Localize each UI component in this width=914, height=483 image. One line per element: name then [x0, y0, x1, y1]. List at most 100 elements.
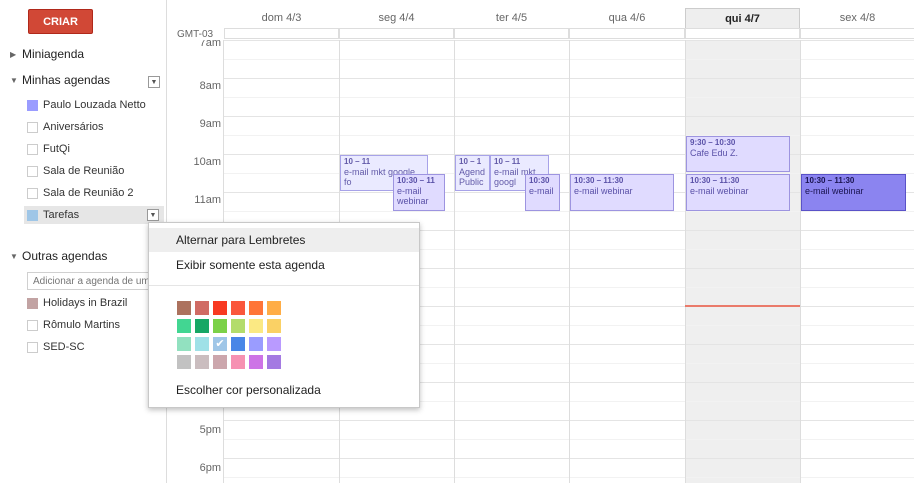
event-block[interactable]: 10:30 – 11:30 e-mail webinar: [570, 174, 674, 211]
calendar-color-swatch: [27, 341, 38, 353]
calendar-label: Paulo Louzada Netto: [43, 99, 146, 111]
column-divider: [569, 40, 570, 483]
show-only-this-calendar-item[interactable]: Exibir somente esta agenda: [149, 253, 419, 277]
hour-label: 5pm: [199, 424, 221, 436]
my-calendars-toggle[interactable]: ▼ Minhas agendas: [10, 73, 110, 87]
calendar-item-aniversarios[interactable]: Aniversários: [27, 118, 164, 136]
switch-to-reminders-item[interactable]: Alternar para Lembretes: [149, 228, 419, 252]
column-divider: [800, 40, 801, 483]
event-title: e-mail webinar: [805, 186, 864, 196]
color-swatch[interactable]: [177, 319, 191, 333]
my-calendars-label: Minhas agendas: [22, 73, 111, 87]
event-title: e-mail: [529, 186, 554, 196]
calendar-color-swatch: [27, 187, 38, 199]
color-swatch[interactable]: [177, 301, 191, 315]
color-swatch[interactable]: [231, 337, 245, 351]
color-swatch[interactable]: [195, 301, 209, 315]
hour-label: 7am: [199, 40, 221, 49]
color-swatch[interactable]: [249, 355, 263, 369]
calendar-color-swatch: [27, 297, 38, 309]
day-header[interactable]: dom 4/3: [224, 8, 339, 28]
color-swatch[interactable]: [231, 319, 245, 333]
expand-arrow-icon: ▶: [10, 49, 17, 59]
color-swatch[interactable]: [195, 319, 209, 333]
color-swatch[interactable]: [213, 355, 227, 369]
color-swatch[interactable]: ✔: [213, 337, 227, 351]
color-swatch[interactable]: [231, 355, 245, 369]
calendar-label: SED-SC: [43, 341, 85, 353]
event-block[interactable]: 10 – 1 Agend Public: [455, 155, 490, 191]
color-swatch[interactable]: [267, 319, 281, 333]
calendar-label: Sala de Reunião: [43, 165, 125, 177]
color-swatch[interactable]: [249, 301, 263, 315]
other-calendars-label: Outras agendas: [22, 249, 108, 263]
create-button[interactable]: CRIAR: [28, 9, 93, 34]
all-day-cell[interactable]: [800, 28, 914, 39]
event-title: e-mail webinar: [690, 186, 749, 196]
all-day-cell[interactable]: [569, 28, 685, 39]
day-header[interactable]: ter 4/5: [454, 8, 569, 28]
calendar-item-paulo[interactable]: Paulo Louzada Netto: [27, 96, 164, 114]
calendar-options-menu: Alternar para Lembretes Exibir somente e…: [148, 222, 420, 408]
calendar-item-futqi[interactable]: FutQi: [27, 140, 164, 158]
sidebar: CRIAR ▶ Miniagenda ▼ Minhas agendas ▼ Pa…: [0, 0, 166, 483]
add-friend-calendar-input[interactable]: [27, 272, 164, 290]
all-day-cell[interactable]: [454, 28, 569, 39]
color-swatch[interactable]: [231, 301, 245, 315]
event-block[interactable]: 10:30 – 11 e-mail webinar: [393, 174, 445, 211]
hour-label: 6pm: [199, 462, 221, 474]
all-day-cell[interactable]: [224, 28, 339, 39]
checkmark-icon: ✔: [215, 338, 225, 350]
color-swatch[interactable]: [249, 319, 263, 333]
mini-calendar-label: Miniagenda: [22, 47, 85, 61]
mini-calendar-toggle[interactable]: ▶ Miniagenda: [10, 47, 84, 61]
today-column: [685, 40, 800, 483]
hour-label: 9am: [199, 118, 221, 130]
day-header[interactable]: sex 4/8: [800, 8, 914, 28]
color-swatch[interactable]: [177, 355, 191, 369]
day-header[interactable]: seg 4/4: [339, 8, 454, 28]
calendar-item-sed-sc[interactable]: SED-SC: [27, 338, 164, 356]
all-day-cell[interactable]: [339, 28, 454, 39]
event-block[interactable]: 10:30 e-mail: [525, 174, 560, 211]
tarefas-menu-button[interactable]: ▼: [147, 209, 159, 221]
custom-color-item[interactable]: Escolher cor personalizada: [149, 378, 419, 402]
event-time: 10 – 11: [344, 157, 371, 166]
hour-label: 11am: [194, 194, 221, 206]
event-time: 9:30 – 10:30: [690, 138, 736, 147]
calendar-item-sala-reuniao[interactable]: Sala de Reunião: [27, 162, 164, 180]
color-swatch[interactable]: [195, 355, 209, 369]
calendar-item-tarefas[interactable]: Tarefas: [24, 206, 164, 224]
calendar-item-holidays[interactable]: Holidays in Brazil: [27, 294, 164, 312]
event-block[interactable]: 9:30 – 10:30 Cafe Edu Z.: [686, 136, 790, 172]
day-header[interactable]: qua 4/6: [569, 8, 685, 28]
event-title: e-mail webinar: [397, 186, 429, 206]
column-divider: [685, 40, 686, 483]
calendar-label: Aniversários: [43, 121, 104, 133]
color-swatch[interactable]: [267, 301, 281, 315]
calendar-item-romulo[interactable]: Rômulo Martins: [27, 316, 164, 334]
calendar-color-swatch: [27, 209, 38, 221]
calendar-label: FutQi: [43, 143, 70, 155]
calendar-item-sala-reuniao-2[interactable]: Sala de Reunião 2: [27, 184, 164, 202]
day-header-today[interactable]: qui 4/7: [685, 8, 800, 28]
other-calendars-toggle[interactable]: ▼ Outras agendas: [10, 249, 107, 263]
event-title: e-mail webinar: [574, 186, 633, 196]
collapse-arrow-icon: ▼: [10, 75, 18, 85]
all-day-cell[interactable]: [685, 28, 800, 39]
color-swatch[interactable]: [195, 337, 209, 351]
event-block[interactable]: 10:30 – 11:30 e-mail webinar: [801, 174, 906, 211]
event-block[interactable]: 10:30 – 11:30 e-mail webinar: [686, 174, 790, 211]
color-swatch[interactable]: [177, 337, 191, 351]
color-swatch[interactable]: [267, 355, 281, 369]
calendar-label: Rômulo Martins: [43, 319, 121, 331]
event-time: 10:30 – 11: [397, 176, 435, 185]
calendar-label: Holidays in Brazil: [43, 297, 128, 309]
color-swatch[interactable]: [213, 319, 227, 333]
my-calendars-menu-button[interactable]: ▼: [148, 76, 160, 88]
color-swatch[interactable]: [213, 301, 227, 315]
event-time: 10:30 – 11:30: [690, 176, 740, 185]
color-swatch[interactable]: [267, 337, 281, 351]
color-swatch[interactable]: [249, 337, 263, 351]
calendar-color-swatch: [27, 319, 38, 331]
